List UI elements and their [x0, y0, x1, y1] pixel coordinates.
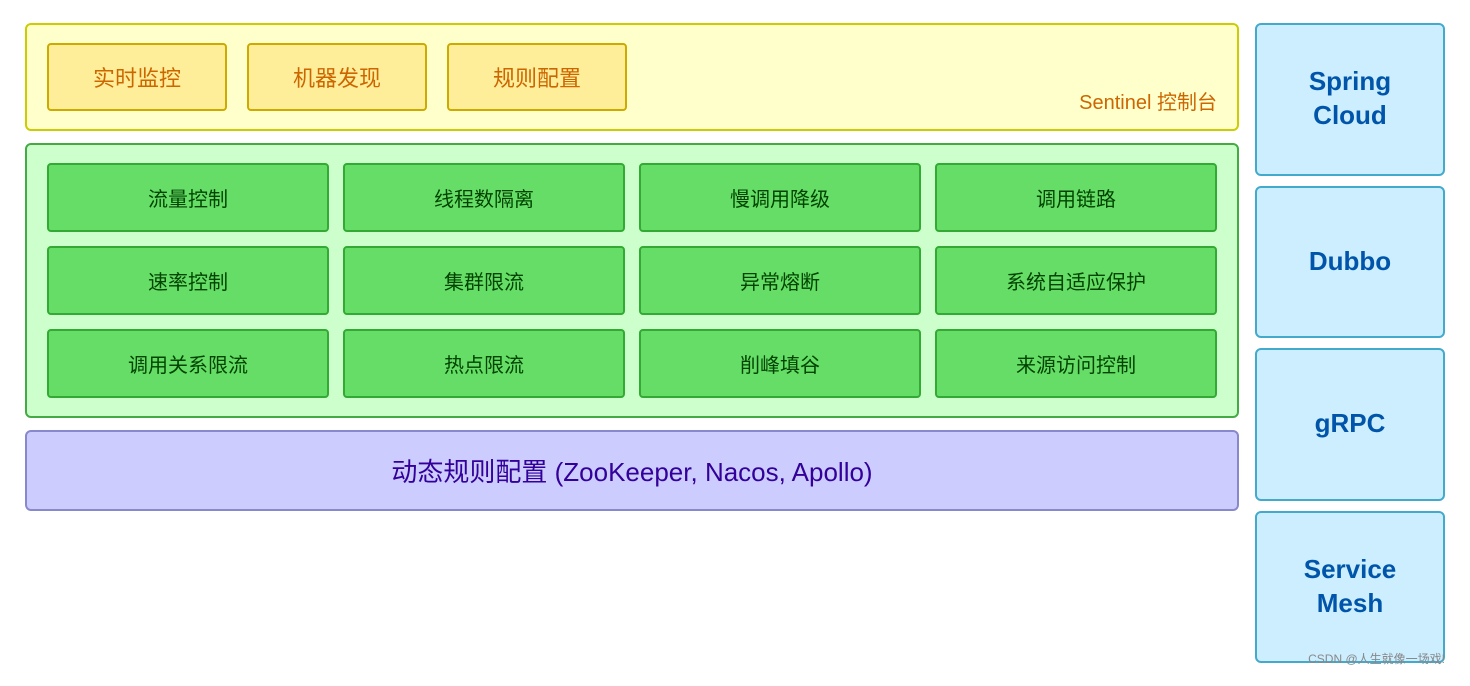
left-section: 实时监控 机器发现 规则配置 Sentinel 控制台 流量控制 线程数隔离 慢…: [25, 23, 1239, 663]
feature-item-2: 慢调用降级: [639, 163, 921, 232]
sidebar-spring-cloud-label: SpringCloud: [1309, 65, 1391, 133]
sidebar-dubbo-label: Dubbo: [1309, 245, 1391, 279]
watermark: CSDN @人生就像一场戏!: [1308, 650, 1445, 667]
dynamic-panel: 动态规则配置 (ZooKeeper, Nacos, Apollo): [25, 430, 1239, 511]
sidebar-grpc: gRPC: [1255, 348, 1445, 501]
feature-item-7: 系统自适应保护: [935, 246, 1217, 315]
sidebar-spring-cloud: SpringCloud: [1255, 23, 1445, 176]
feature-item-11: 来源访问控制: [935, 329, 1217, 398]
main-container: 实时监控 机器发现 规则配置 Sentinel 控制台 流量控制 线程数隔离 慢…: [15, 13, 1455, 673]
feature-item-1: 线程数隔离: [343, 163, 625, 232]
sentinel-panel: 实时监控 机器发现 规则配置 Sentinel 控制台: [25, 23, 1239, 131]
feature-item-8: 调用关系限流: [47, 329, 329, 398]
sidebar-grpc-label: gRPC: [1315, 407, 1386, 441]
feature-item-0: 流量控制: [47, 163, 329, 232]
feature-item-4: 速率控制: [47, 246, 329, 315]
feature-item-9: 热点限流: [343, 329, 625, 398]
features-panel: 流量控制 线程数隔离 慢调用降级 调用链路 速率控制 集群限流 异常熔断 系统自…: [25, 143, 1239, 418]
feature-item-3: 调用链路: [935, 163, 1217, 232]
sidebar-dubbo: Dubbo: [1255, 186, 1445, 339]
feature-item-6: 异常熔断: [639, 246, 921, 315]
right-sidebar: SpringCloud Dubbo gRPC ServiceMesh CSDN …: [1255, 23, 1445, 663]
feature-item-5: 集群限流: [343, 246, 625, 315]
sidebar-service-mesh-label: ServiceMesh: [1304, 553, 1397, 621]
sidebar-service-mesh: ServiceMesh: [1255, 511, 1445, 664]
sentinel-box-rules: 规则配置: [447, 43, 627, 111]
sentinel-box-discovery: 机器发现: [247, 43, 427, 111]
feature-item-10: 削峰填谷: [639, 329, 921, 398]
dynamic-text: 动态规则配置 (ZooKeeper, Nacos, Apollo): [391, 452, 872, 489]
sentinel-box-realtime: 实时监控: [47, 43, 227, 111]
sentinel-label: Sentinel 控制台: [1079, 86, 1217, 115]
